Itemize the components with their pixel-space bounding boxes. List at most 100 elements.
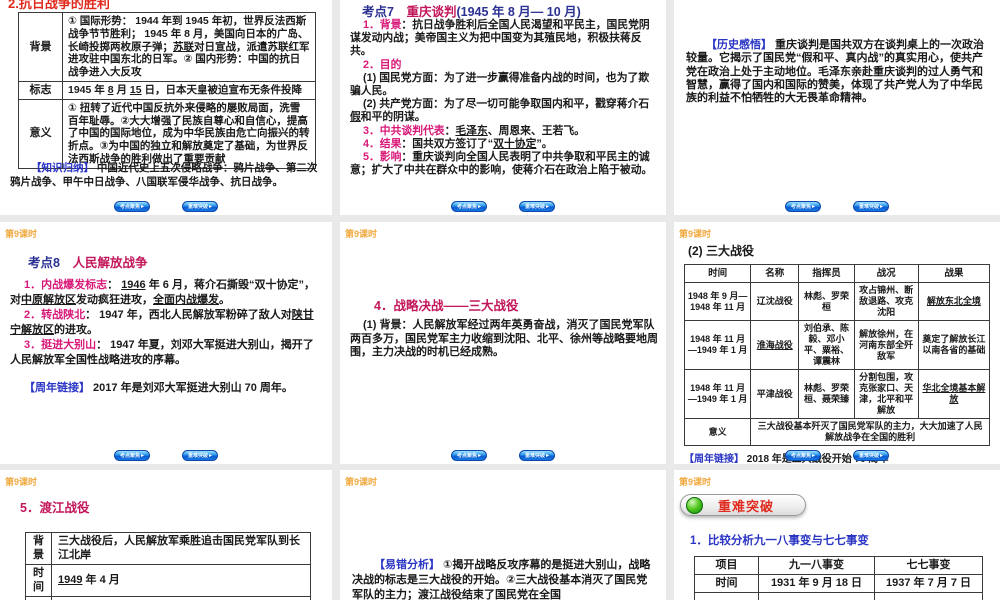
- row-label: 时间: [25, 564, 52, 597]
- table-row-time: 时间 1931 年 9 月 18 日 1937 年 7 月 7 日: [694, 574, 983, 593]
- nav-button-zhongnan[interactable]: 重难突破 ▸: [182, 450, 218, 461]
- slide-victory-anti-japanese-war: 2.抗日战争的胜利 背景 ① 国际形势： 1944 年到 1945 年初，世界反…: [0, 0, 332, 215]
- row-label: 背景: [18, 12, 63, 82]
- slide-nav: 考点聚焦 ▸ 重难突破 ▸: [0, 201, 332, 212]
- row-content: 1949 年 4 月: [51, 564, 311, 597]
- session-label: 第9课时: [5, 229, 38, 239]
- col-header: 战况: [853, 264, 919, 283]
- nav-button-zhongnan[interactable]: 重难突破 ▸: [519, 450, 555, 461]
- paragraph: (1) 国民党方面：为了进一步赢得准备内战的时间，也为了欺骗人民。: [350, 71, 650, 98]
- row-content: 三大战役后，人民解放军乘胜追击国民党军队到长江北岸: [51, 532, 311, 565]
- slide-crossing-yangtze: 第9课时 5．渡江战役 背景 三大战役后，人民解放军乘胜追击国民党军队到长江北岸…: [0, 470, 332, 600]
- slide-strategic-decisive-battle: 第9课时 4．战略决战——三大战役 (1) 背景：人民解放军经过两年英勇奋战，消…: [340, 222, 666, 464]
- table-header-row: 时间 名称 指挥员 战况 战果: [683, 264, 991, 283]
- row-content: 1945 年 8 月 15 日，日本天皇被迫宣布无条件投降: [62, 80, 316, 100]
- arrow-right-icon: ▸: [812, 452, 816, 459]
- nav-button-zhongnan[interactable]: 重难突破 ▸: [853, 450, 889, 461]
- paragraph: 5．影响：重庆谈判向全国人民表明了中共争取和平民主的诚意；扩大了中共在群众中的影…: [350, 151, 653, 177]
- slide-chongqing-negotiation: 考点7 重庆谈判(1945 年 8 月— 10 月) 1．背景：抗日战争胜利后全…: [340, 0, 666, 215]
- col-header: 九一八事变: [758, 556, 875, 575]
- three-battles-table: 时间 名称 指挥员 战况 战果 1948 年 9 月—1948 年 11 月 辽…: [683, 264, 991, 446]
- paragraph: (1) 背景：人民解放军经过两年英勇奋战，消灭了国民党军队两百多万，国民党军主力…: [350, 319, 658, 358]
- table-header-row: 项目 九一八事变 七七事变: [694, 556, 983, 575]
- anniversary-link-note: 【周年链接】 2017 年是刘邓大军挺进大别山 70 周年。: [24, 382, 293, 394]
- arrow-right-icon: ▸: [546, 203, 550, 210]
- incident-compare-table: 项目 九一八事变 七七事变 时间 1931 年 9 月 18 日 1937 年 …: [694, 556, 983, 600]
- section-badge: 重难突破: [680, 494, 806, 516]
- arrow-right-icon: ▸: [209, 452, 213, 459]
- table-row-huaihai: 1948 年 11 月—1949 年 1 月 淮海战役 刘伯承、陈毅、邓小平、粟…: [683, 320, 991, 370]
- table-row-pingjin: 1948 年 11 月—1949 年 1 月 平津战役 林彪、罗荣桓、聂荣臻 分…: [683, 369, 991, 419]
- table-row-clipped: [694, 592, 983, 600]
- arrow-right-icon: ▸: [141, 452, 145, 459]
- nav-button-kaodian[interactable]: 考点聚焦 ▸: [114, 450, 150, 461]
- col-header: 七七事变: [874, 556, 983, 575]
- arrow-right-icon: ▸: [812, 203, 816, 210]
- badge-label: 重难突破: [718, 498, 775, 514]
- session-label: 第9课时: [5, 477, 38, 487]
- slide-nav: 考点聚焦 ▸ 重难突破 ▸: [0, 450, 332, 461]
- paragraph: 1．背景：抗日战争胜利后全国人民渴望和平民主，国民党阴谋发动内战；美帝国主义为把…: [350, 19, 650, 58]
- error-analysis-paragraph: 【易错分析】 ①揭开战略反攻序幕的是挺进大别山，战略决战的标志是三大战役的开始。…: [352, 559, 651, 600]
- table-row: 时间 1949 年 4 月: [25, 564, 311, 597]
- col-header: 名称: [750, 264, 800, 283]
- slide-title: 2.抗日战争的胜利: [8, 0, 110, 11]
- arrow-right-icon: ▸: [546, 452, 550, 459]
- paragraph: 3．中共谈判代表：毛泽东、周恩来、王若飞。: [363, 124, 585, 137]
- row-content: ① 扭转了近代中国反抗外来侵略的屡败局面，洗雪百年耻辱。②大大增强了民族自尊心和…: [62, 98, 316, 169]
- meaning-text: 三大战役基本歼灭了国民党军队的主力，大大加速了人民解放战争在全国的胜利: [750, 418, 990, 446]
- session-label: 第9课时: [679, 229, 712, 239]
- paragraph: 2．转战陕北： 1947 年，西北人民解放军粉碎了敌人对陕甘宁解放区的进攻。: [10, 309, 314, 336]
- paragraph: 1．内战爆发标志： 1946 年 6 月，蒋介石撕毁“双十协定”，对中原解放区发…: [10, 279, 315, 306]
- slide-three-battles-table: 第9课时 (2) 三大战役 时间 名称 指挥员 战况 战果 1948 年 9 月…: [674, 222, 1000, 464]
- table-row: 背景 ① 国际形势： 1944 年到 1945 年初，世界反法西斯战争节节胜利；…: [18, 12, 316, 82]
- nav-button-zhongnan[interactable]: 重难突破 ▸: [853, 201, 889, 212]
- slide-liberation-war: 第9课时 考点8 人民解放战争 1．内战爆发标志： 1946 年 6 月，蒋介石…: [0, 222, 332, 464]
- arrow-right-icon: ▸: [209, 203, 213, 210]
- arrow-right-icon: ▸: [880, 203, 884, 210]
- paragraph: 2．目的: [363, 58, 402, 71]
- slide-body: 1．内战爆发标志： 1946 年 6 月，蒋介石撕毁“双十协定”，对中原解放区发…: [10, 278, 322, 396]
- slide-nav: 考点聚焦 ▸ 重难突破 ▸: [674, 450, 1000, 461]
- nav-button-zhongnan[interactable]: 重难突破 ▸: [519, 201, 555, 212]
- knowledge-summary-note: 【知识归纳】 中国近代史上五次侵略战争：鸦片战争、第二次鸦片战争、甲午中日战争、…: [10, 162, 318, 188]
- paragraph: 4．结果：国共双方签订了“双十协定”。: [363, 137, 553, 150]
- green-ball-icon: [686, 496, 703, 514]
- paragraph: (2) 共产党方面：为了尽一切可能争取国内和平，戳穿蒋介石假和平的阴谋。: [350, 98, 650, 124]
- nav-button-kaodian[interactable]: 考点聚焦 ▸: [785, 450, 821, 461]
- slide-nav: 考点聚焦 ▸ 重难突破 ▸: [340, 450, 666, 461]
- nav-button-kaodian[interactable]: 考点聚焦 ▸: [785, 201, 821, 212]
- history-reflection-paragraph: 【历史感悟】 重庆谈判是国共双方在谈判桌上的一次政治较量。它揭示了国民党“假和平…: [686, 39, 985, 105]
- slide-nav: 考点聚焦 ▸ 重难突破 ▸: [674, 201, 1000, 212]
- nav-button-kaodian[interactable]: 考点聚焦 ▸: [451, 450, 487, 461]
- session-label: 第9课时: [679, 477, 712, 487]
- col-header: 时间: [683, 264, 752, 283]
- table-row-meaning: 意义 三大战役基本歼灭了国民党军队的主力，大大加速了人民解放战争在全国的胜利: [683, 418, 990, 446]
- nav-button-kaodian[interactable]: 考点聚焦 ▸: [451, 201, 487, 212]
- slide-title: 5．渡江战役: [20, 501, 90, 515]
- session-label: 第9课时: [345, 229, 378, 239]
- arrow-right-icon: ▸: [141, 203, 145, 210]
- slide-nav: 考点聚焦 ▸ 重难突破 ▸: [340, 201, 666, 212]
- crossing-yangtze-table: 背景 三大战役后，人民解放军乘胜追击国民党军队到长江北岸 时间 1949 年 4…: [25, 532, 311, 600]
- nav-button-zhongnan[interactable]: 重难突破 ▸: [182, 201, 218, 212]
- slide-body: (1) 背景：人民解放军经过两年英勇奋战，消灭了国民党军队两百多万，国民党军主力…: [350, 319, 660, 360]
- col-header: 项目: [694, 556, 759, 575]
- slide-key-difficulty-breakthrough: 第9课时 重难突破 1．比较分析九一八事变与七七事变 项目 九一八事变 七七事变…: [674, 470, 1000, 600]
- row-label: 背景: [25, 532, 52, 565]
- paragraph: 3．挺进大别山： 1947 年夏，刘邓大军挺进大别山，揭开了人民解放军全国性战略…: [10, 339, 314, 366]
- slide-history-reflection: 【历史感悟】 重庆谈判是国共双方在谈判桌上的一次政治较量。它揭示了国民党“假和平…: [674, 0, 1000, 215]
- table-wrap: (2) 三大战役 时间 名称 指挥员 战况 战果 1948 年 9 月—1948…: [683, 242, 991, 464]
- col-header: 战果: [917, 264, 991, 283]
- table-row-liaoshen: 1948 年 9 月—1948 年 11 月 辽沈战役 林彪、罗荣桓 攻占锦州、…: [683, 282, 991, 321]
- row-label: 标志: [18, 80, 63, 100]
- row-content: ① 国际形势： 1944 年到 1945 年初，世界反法西斯战争节节胜利； 19…: [62, 12, 316, 82]
- table-row: 标志 1945 年 8 月 15 日，日本天皇被迫宣布无条件投降: [18, 80, 316, 100]
- victory-table: 背景 ① 国际形势： 1944 年到 1945 年初，世界反法西斯战争节节胜利；…: [18, 12, 316, 169]
- compare-heading: 1．比较分析九一八事变与七七事变: [690, 535, 869, 547]
- slide-title: 考点7 重庆谈判(1945 年 8 月— 10 月): [362, 5, 581, 19]
- table-row: 背景 三大战役后，人民解放军乘胜追击国民党军队到长江北岸: [25, 532, 311, 565]
- row-label: 意义: [683, 418, 752, 446]
- slide-title: 考点8 人民解放战争: [28, 256, 148, 270]
- nav-button-kaodian[interactable]: 考点聚焦 ▸: [114, 201, 150, 212]
